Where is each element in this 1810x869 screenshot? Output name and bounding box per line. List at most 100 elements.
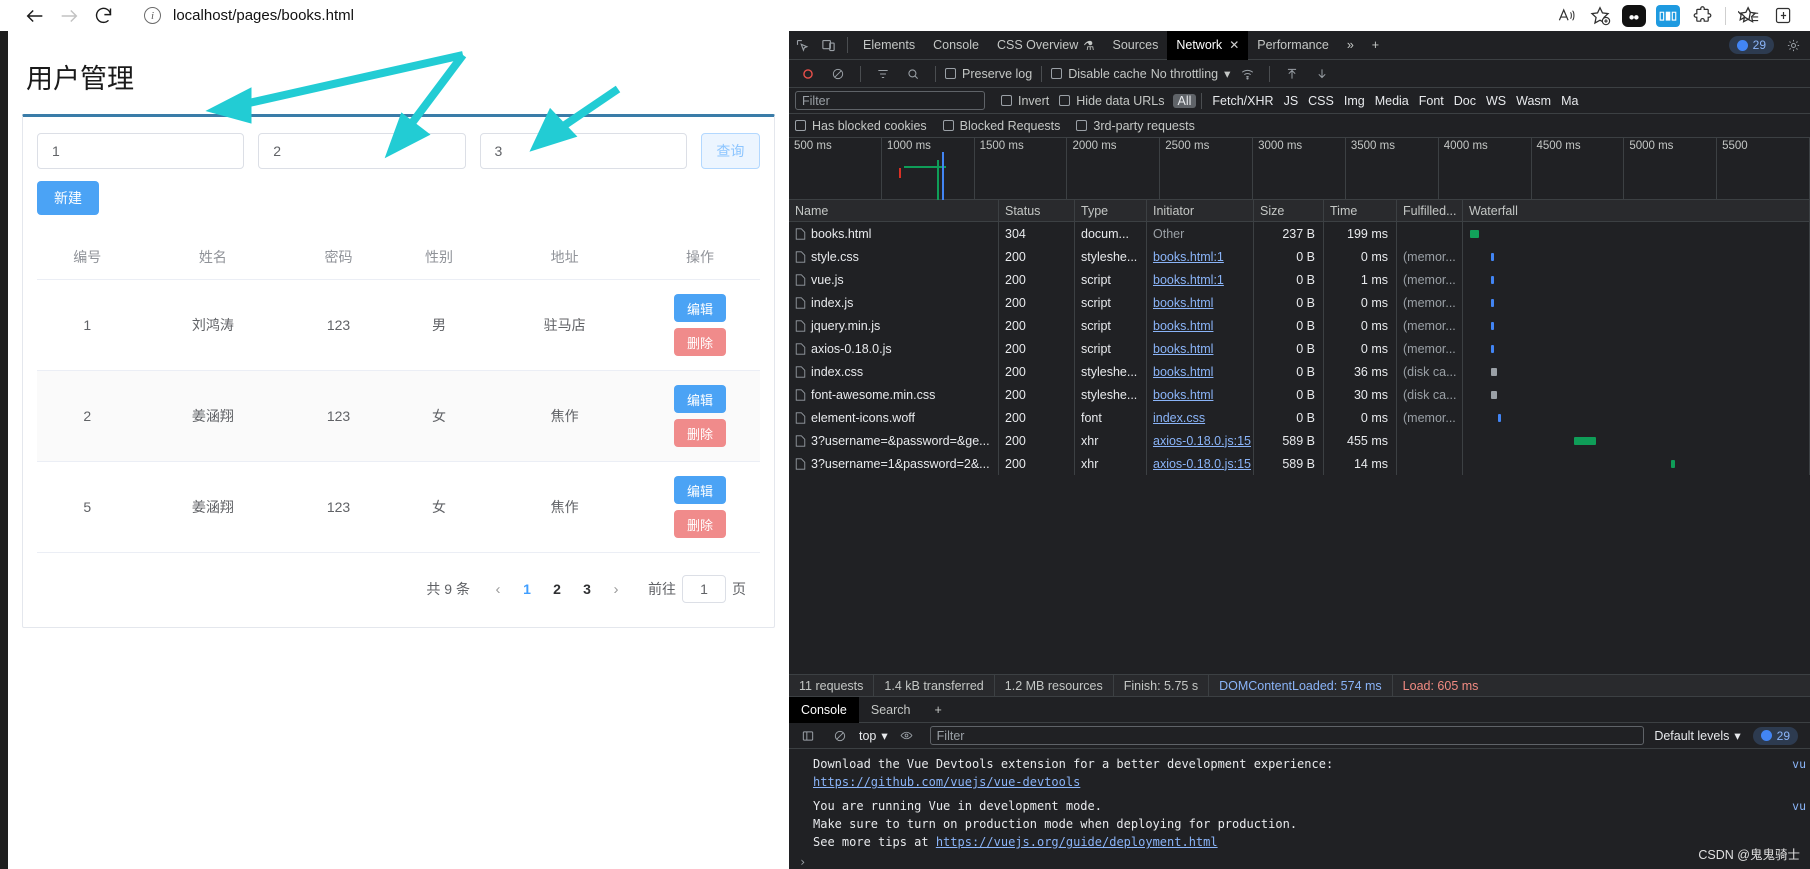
extensions-button[interactable] (1685, 1, 1719, 31)
collections-button[interactable] (1617, 1, 1651, 31)
search-button[interactable] (900, 61, 926, 87)
pagination-page-3[interactable]: 3 (572, 581, 602, 597)
create-button[interactable]: 新建 (37, 181, 99, 215)
console-link[interactable]: https://github.com/vuejs/vue-devtools (813, 775, 1080, 789)
filter-type-font[interactable]: Font (1414, 94, 1449, 108)
back-button[interactable] (18, 1, 52, 31)
import-har-button[interactable] (1279, 61, 1305, 87)
request-initiator-link[interactable]: axios-0.18.0.js:15 (1153, 434, 1251, 448)
col-header-type[interactable]: Type (1075, 199, 1147, 222)
close-icon[interactable]: ✕ (1229, 38, 1239, 52)
network-request-row[interactable]: index.css 200 styleshe... books.html 0 B 36 m… (789, 360, 1810, 383)
network-filter-input[interactable]: Filter (795, 91, 985, 110)
query-button[interactable]: 查询 (700, 133, 760, 169)
filter-toggle-button[interactable] (870, 61, 896, 87)
pagination-next-button[interactable]: › (602, 581, 630, 598)
console-filter-input[interactable]: Filter (929, 726, 1645, 745)
request-initiator-link[interactable]: books.html (1153, 296, 1213, 310)
forward-button[interactable] (52, 1, 86, 31)
export-har-button[interactable] (1309, 61, 1335, 87)
invert-checkbox[interactable]: Invert (1001, 94, 1049, 108)
device-toolbar-button[interactable] (815, 32, 841, 58)
network-request-row[interactable]: vue.js 200 script books.html:1 0 B1 ms (memor… (789, 268, 1810, 291)
pagination-page-2[interactable]: 2 (542, 581, 572, 597)
filter-type-css[interactable]: CSS (1303, 94, 1339, 108)
console-link[interactable]: https://vuejs.org/guide/deployment.html (936, 835, 1218, 849)
network-conditions-button[interactable] (1234, 61, 1260, 87)
filter-type-media[interactable]: Media (1370, 94, 1414, 108)
network-request-row[interactable]: element-icons.woff 200 font index.css 0 B0 m… (789, 406, 1810, 429)
tab-elements[interactable]: Elements (854, 31, 924, 60)
filter-type-doc[interactable]: Doc (1449, 94, 1481, 108)
console-message-source[interactable]: vu (1792, 798, 1806, 814)
address-bar[interactable]: i localhost/pages/books.html (134, 2, 1284, 29)
console-message-source[interactable]: vu (1792, 756, 1806, 772)
request-initiator-link[interactable]: books.html:1 (1153, 250, 1224, 264)
search-input-2[interactable]: 2 (258, 133, 466, 169)
col-header-status[interactable]: Status (999, 199, 1075, 222)
network-request-row[interactable]: style.css 200 styleshe... books.html:1 0 B0 … (789, 245, 1810, 268)
search-input-1[interactable]: 1 (37, 133, 245, 169)
console-issues-badge[interactable]: 29 (1752, 726, 1798, 745)
drawer-tab-search[interactable]: Search (859, 697, 923, 723)
col-header-waterfall[interactable]: Waterfall (1463, 199, 1810, 222)
tab-console[interactable]: Console (924, 31, 988, 60)
pagination-page-1[interactable]: 1 (512, 581, 542, 597)
console-context-select[interactable]: top ▾ (859, 728, 888, 744)
clear-console-button[interactable] (827, 723, 853, 749)
request-initiator-link[interactable]: books.html:1 (1153, 273, 1224, 287)
search-input-3[interactable]: 3 (479, 133, 687, 169)
tab-performance[interactable]: Performance (1248, 31, 1338, 60)
col-header-size[interactable]: Size (1254, 199, 1324, 222)
tab-css-overview[interactable]: CSS Overview ⚗ (988, 31, 1104, 60)
drawer-add-tab-button[interactable]: + (922, 697, 953, 723)
has-blocked-cookies-checkbox[interactable]: Has blocked cookies (795, 119, 927, 133)
edit-button[interactable]: 编辑 (674, 385, 726, 413)
console-prompt[interactable]: › (789, 851, 1810, 869)
filter-type-js[interactable]: JS (1279, 94, 1304, 108)
request-initiator-link[interactable]: books.html (1153, 365, 1213, 379)
col-header-fulfilled[interactable]: Fulfilled... (1397, 199, 1463, 222)
filter-type-wasm[interactable]: Wasm (1511, 94, 1556, 108)
network-request-row[interactable]: books.html 304 docum... Other 237 B 199 ms (789, 222, 1810, 245)
more-tabs-button[interactable]: » (1338, 31, 1363, 60)
delete-button[interactable]: 删除 (674, 328, 726, 356)
network-request-list[interactable]: books.html 304 docum... Other 237 B 199 ms sty… (789, 222, 1810, 674)
network-request-row[interactable]: axios-0.18.0.js 200 script books.html 0 B0 m… (789, 337, 1810, 360)
col-header-initiator[interactable]: Initiator (1147, 199, 1254, 222)
favorites-button[interactable] (1732, 1, 1766, 31)
filter-type-manifest[interactable]: Ma (1556, 94, 1583, 108)
request-initiator-link[interactable]: books.html (1153, 342, 1213, 356)
pagination-jump-input[interactable]: 1 (682, 575, 726, 603)
request-initiator-link[interactable]: index.css (1153, 411, 1205, 425)
delete-button[interactable]: 删除 (674, 419, 726, 447)
record-button[interactable] (795, 61, 821, 87)
request-initiator-link[interactable]: books.html (1153, 388, 1213, 402)
reload-button[interactable] (86, 1, 120, 31)
inspect-element-button[interactable] (789, 32, 815, 58)
add-favorite-button[interactable] (1583, 1, 1617, 31)
tab-sources[interactable]: Sources (1103, 31, 1167, 60)
live-expression-button[interactable] (894, 723, 920, 749)
filter-type-fetch-xhr[interactable]: Fetch/XHR (1207, 94, 1278, 108)
hide-data-urls-checkbox[interactable]: Hide data URLs (1059, 94, 1165, 108)
network-request-row[interactable]: jquery.min.js 200 script books.html 0 B0 ms(… (789, 314, 1810, 337)
table-row[interactable]: 1 刘鸿涛 123 男 驻马店 编辑 删除 (37, 279, 760, 371)
network-request-row[interactable]: index.js 200 script books.html 0 B0 ms (memor… (789, 291, 1810, 314)
request-initiator-link[interactable]: books.html (1153, 319, 1213, 333)
console-levels-select[interactable]: Default levels ▾ (1654, 728, 1740, 744)
filter-type-img[interactable]: Img (1339, 94, 1370, 108)
filter-type-ws[interactable]: WS (1481, 94, 1511, 108)
site-info-icon[interactable]: i (144, 7, 161, 24)
devtools-settings-button[interactable] (1780, 32, 1806, 58)
extension-chip-button[interactable]: ▯▮▯ (1651, 1, 1685, 31)
issues-badge[interactable]: 29 (1728, 36, 1774, 54)
col-header-name[interactable]: Name (789, 199, 999, 222)
drawer-tab-console[interactable]: Console (789, 696, 859, 723)
table-row[interactable]: 2 姜涵翔 123 女 焦作 编辑 删除 (37, 370, 760, 462)
network-request-row[interactable]: 3?username=&password=&ge... 200 xhr axios-0… (789, 429, 1810, 452)
add-tab-button[interactable]: + (1363, 31, 1388, 60)
read-aloud-button[interactable] (1549, 1, 1583, 31)
preserve-log-checkbox[interactable]: Preserve log (945, 67, 1032, 81)
tab-network[interactable]: Network ✕ (1167, 30, 1249, 60)
